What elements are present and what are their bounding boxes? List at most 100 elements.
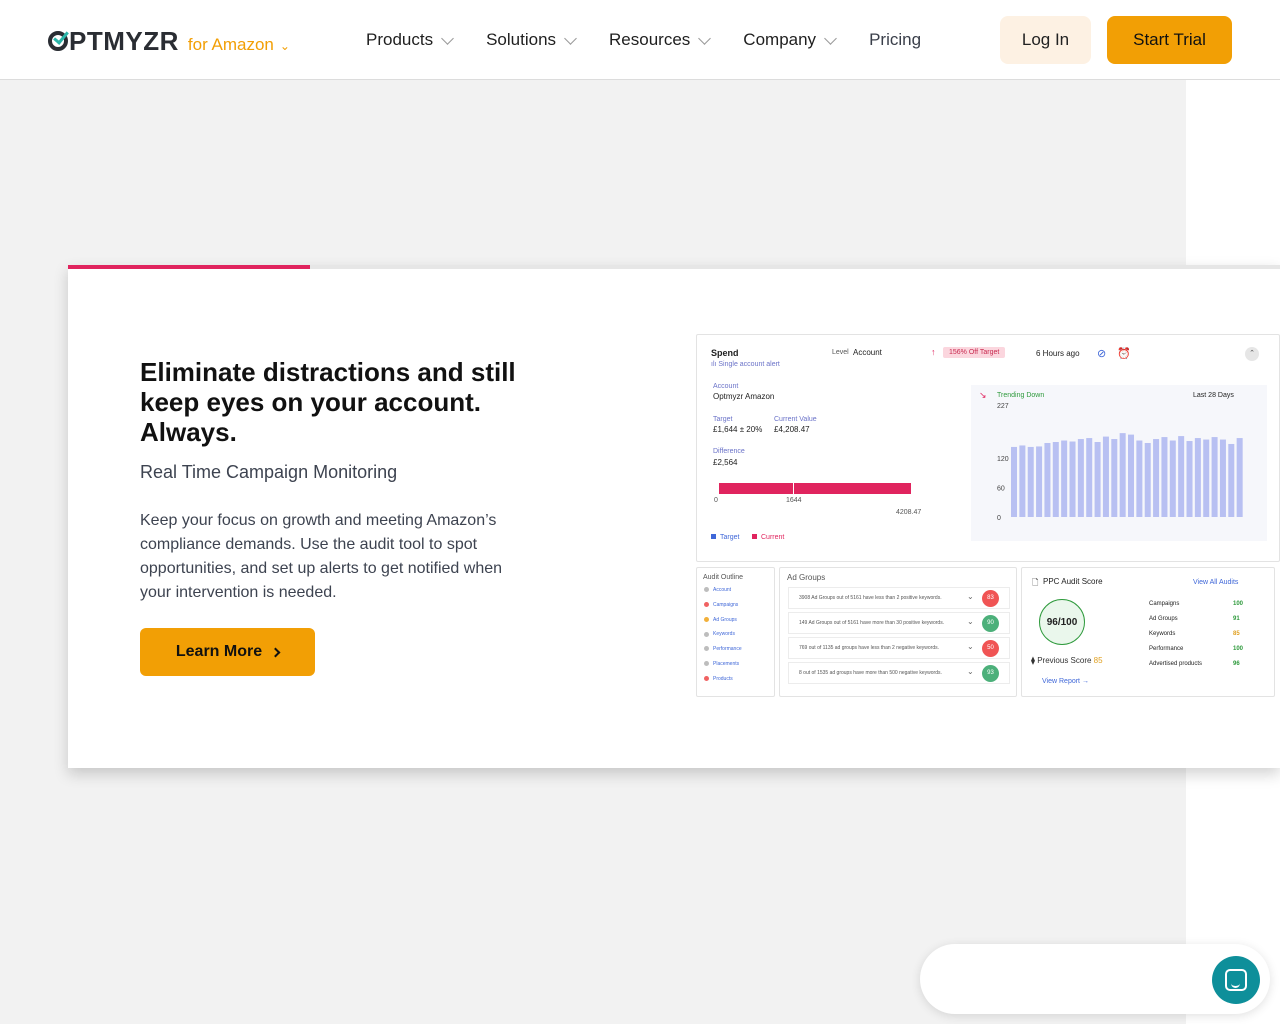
difference-value: £2,564 [713, 458, 738, 467]
feature-body: Keep your focus on growth and meeting Am… [140, 512, 503, 601]
chevron-down-icon [564, 31, 577, 45]
nav-company[interactable]: Company [743, 30, 837, 50]
legend-current: Current [752, 534, 784, 541]
nav-resources[interactable]: Resources [609, 30, 712, 50]
off-target-badge: 156% Off Target [943, 347, 1006, 358]
current-value: £4,208.47 [774, 425, 810, 434]
audit-outline-title: Audit Outline [703, 574, 744, 581]
trend-bar [1186, 441, 1193, 517]
audit-outline-label: Ad Groups [713, 616, 737, 623]
chevron-down-icon[interactable]: ⌄ [967, 592, 974, 601]
audit-outline-label: Account [713, 587, 732, 593]
ad-group-score-badge: 50 [982, 640, 999, 657]
chevron-down-icon[interactable]: ⌄ [280, 39, 290, 53]
learn-more-button[interactable]: Learn More [140, 628, 315, 676]
chevron-down-icon[interactable]: ⌄ [967, 617, 974, 626]
trend-bar [1236, 438, 1243, 517]
site-header: PTMYZR for Amazon ⌄ Products Solutions R… [0, 0, 1280, 80]
ad-group-row-text: 149 Ad Groups out of 5161 have more than… [799, 620, 945, 626]
ad-group-row[interactable]: 149 Ad Groups out of 5161 have more than… [788, 612, 1010, 634]
spend-difference-bar [719, 483, 911, 494]
spend-title: Spend [711, 348, 739, 358]
audit-outline-item[interactable]: Placements [704, 661, 739, 667]
ad-group-row-text: 8 out of 1535 ad groups have more than 5… [799, 670, 942, 676]
check-circle-icon[interactable]: ⊘ [1097, 347, 1106, 360]
status-dot [704, 601, 709, 607]
trend-bar [1011, 446, 1018, 517]
trend-bar [1211, 437, 1218, 517]
nav-solutions[interactable]: Solutions [486, 30, 577, 50]
audit-category-score: 100 [1233, 646, 1244, 652]
nav-label: Resources [609, 30, 691, 49]
trend-bar [1136, 440, 1143, 517]
audit-outline-item[interactable]: Keywords [704, 631, 735, 637]
document-icon: 🗋 [1032, 578, 1039, 587]
start-trial-button[interactable]: Start Trial [1107, 16, 1232, 64]
audit-outline-label: Placements [713, 661, 740, 667]
main-nav: Products Solutions Resources Company Pri… [366, 30, 921, 50]
trend-bar [1077, 439, 1084, 517]
view-all-audits-link[interactable]: View All Audits [1193, 579, 1238, 586]
audit-category-score: 85 [1233, 631, 1240, 637]
y-tick-label: 227 [997, 403, 1009, 410]
learn-more-label: Learn More [175, 643, 263, 660]
audit-outline-label: Keywords [713, 631, 735, 638]
audit-category-label: Advertised products [1149, 661, 1203, 667]
audit-category-label: Campaigns [1149, 601, 1180, 607]
trend-bar [1061, 440, 1068, 517]
ad-group-row[interactable]: 3908 Ad Groups out of 5161 have less tha… [788, 587, 1010, 609]
logo-check-icon [48, 31, 68, 51]
chat-launcher-button[interactable] [1212, 956, 1260, 1004]
ad-group-row[interactable]: 8 out of 1535 ad groups have more than 5… [788, 662, 1010, 684]
login-button[interactable]: Log In [1000, 16, 1091, 64]
ad-group-row[interactable]: 769 out of 1135 ad groups have less than… [788, 637, 1010, 659]
optmyzr-logo[interactable]: PTMYZR for Amazon ⌄ [48, 26, 290, 57]
difference-label: Difference [713, 448, 745, 455]
audit-outline-item[interactable]: Performance [704, 646, 742, 652]
trend-bar [1161, 437, 1168, 517]
status-dot [704, 631, 709, 637]
alert-time: 6 Hours ago [1036, 349, 1080, 358]
trend-bar [1153, 439, 1160, 517]
audit-category-label: Ad Groups [1149, 616, 1178, 622]
status-dot [704, 661, 709, 667]
trend-bar [1169, 440, 1176, 517]
ad-groups-panel: Ad Groups 3908 Ad Groups out of 5161 hav… [779, 567, 1017, 697]
trend-bar [1178, 436, 1185, 517]
feature-card: Eliminate distractions and still keep ey… [68, 265, 1280, 768]
trend-bar [1102, 436, 1109, 517]
bar-axis-current: 4208.47 [896, 509, 922, 516]
chevron-down-icon [698, 31, 712, 45]
status-dot [704, 646, 709, 652]
nav-pricing[interactable]: Pricing [869, 30, 921, 50]
chevron-down-icon [441, 31, 454, 45]
audit-outline-item[interactable]: Campaigns [704, 602, 738, 608]
chevron-down-icon[interactable]: ⌄ [967, 667, 974, 676]
ad-group-row-text: 769 out of 1135 ad groups have less than… [799, 645, 940, 651]
arrow-up-icon: ↑ [931, 347, 936, 357]
audit-outline-label: Performance [713, 646, 742, 653]
nav-label: Products [366, 30, 434, 49]
legend-target: Target [711, 534, 739, 541]
target-marker [793, 481, 794, 496]
ad-group-score-badge: 93 [982, 665, 999, 682]
audit-category-label: Performance [1149, 646, 1184, 652]
nav-label: Company [743, 30, 817, 49]
previous-score: ⧫ Previous Score 85 [1031, 656, 1103, 665]
audit-outline-item[interactable]: Products [704, 676, 733, 682]
alarm-icon[interactable]: ⏰ [1117, 347, 1131, 360]
logo-suffix[interactable]: for Amazon [188, 35, 274, 55]
audit-outline-item[interactable]: Account [704, 587, 731, 593]
nav-products[interactable]: Products [366, 30, 454, 50]
audit-outline-item[interactable]: Ad Groups [704, 617, 737, 623]
audit-score-title: PPC Audit Score [1043, 577, 1103, 586]
y-tick-label: 120 [997, 456, 1009, 463]
view-report-link[interactable]: View Report → [1042, 678, 1089, 685]
ad-group-row-text: 3908 Ad Groups out of 5161 have less tha… [799, 595, 942, 601]
dashboard-preview: Spend ılı Single account alert Level Acc… [696, 334, 1280, 700]
chevron-down-icon [824, 31, 837, 45]
collapse-icon[interactable]: ⌃ [1245, 347, 1259, 361]
chevron-down-icon[interactable]: ⌄ [967, 642, 974, 651]
audit-category-score: 100 [1233, 601, 1244, 607]
account-label: Account [713, 383, 739, 390]
